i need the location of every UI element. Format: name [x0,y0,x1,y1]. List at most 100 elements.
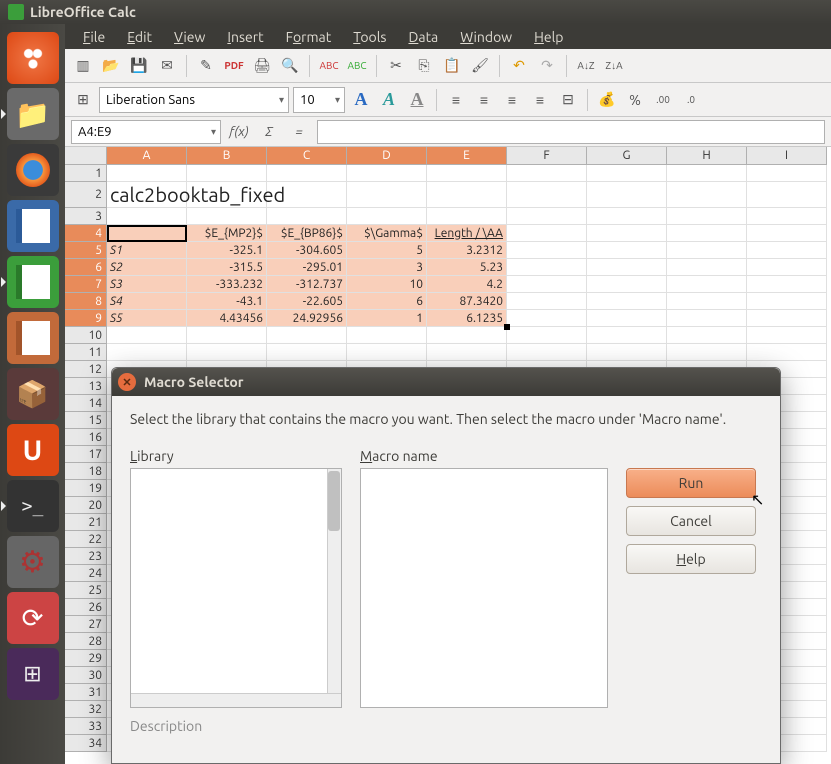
close-icon[interactable]: ✕ [118,373,136,391]
sort-desc-icon[interactable]: Z↓A [602,54,626,78]
autospell-icon[interactable]: ABC [345,54,369,78]
font-size-combo[interactable]: 10 [293,87,345,113]
menu-tools[interactable]: Tools [343,27,396,47]
row-header[interactable]: 10 [65,327,107,344]
cell[interactable] [667,310,747,327]
cell[interactable]: -295.01 [267,259,347,276]
cell[interactable] [187,327,267,344]
launcher-impress[interactable] [7,312,59,364]
cell[interactable] [507,310,587,327]
align-right-icon[interactable]: ≡ [500,88,524,112]
cell[interactable] [587,344,667,361]
cell[interactable] [507,293,587,310]
column-header[interactable]: C [267,147,347,165]
decimal-remove-icon[interactable]: .0 [679,88,703,112]
launcher-settings[interactable] [7,536,59,588]
cell[interactable] [107,165,187,182]
cell[interactable] [507,327,587,344]
cell[interactable] [507,225,587,242]
row-header[interactable]: 28 [65,633,107,650]
align-center-icon[interactable]: ≡ [472,88,496,112]
row-header[interactable]: 23 [65,548,107,565]
cell[interactable] [667,182,747,208]
column-header[interactable]: F [507,147,587,165]
format-paint-icon[interactable]: 🖌 [468,54,492,78]
scrollbar-vertical[interactable] [327,469,341,707]
cell[interactable] [187,165,267,182]
cell[interactable] [667,225,747,242]
cell[interactable]: $E_{BP86}$ [267,225,347,242]
column-header[interactable]: B [187,147,267,165]
library-tree[interactable] [130,468,342,708]
cell[interactable] [507,208,587,225]
cell[interactable] [347,327,427,344]
cell[interactable]: 24.92956 [267,310,347,327]
cell[interactable]: S2 [107,259,187,276]
row-header[interactable]: 17 [65,446,107,463]
cell[interactable] [507,165,587,182]
cell[interactable] [507,242,587,259]
cell[interactable] [267,327,347,344]
cell[interactable] [587,208,667,225]
cell[interactable] [187,344,267,361]
row-header[interactable]: 27 [65,616,107,633]
font-name-combo[interactable]: Liberation Sans [99,87,289,113]
cell[interactable] [587,310,667,327]
menu-view[interactable]: View [164,27,215,47]
cell[interactable] [747,293,827,310]
paste-icon[interactable]: 📋 [440,54,464,78]
cell[interactable] [267,344,347,361]
cell[interactable] [587,293,667,310]
row-header[interactable]: 22 [65,531,107,548]
cell[interactable] [747,225,827,242]
cell[interactable] [747,327,827,344]
cell[interactable] [107,225,187,242]
new-doc-icon[interactable]: ▥ [71,54,95,78]
cell[interactable] [747,165,827,182]
cell[interactable] [667,276,747,293]
sum-icon[interactable]: Σ [257,121,281,143]
menu-file[interactable]: File [73,27,115,47]
spellcheck-icon[interactable]: ABC [317,54,341,78]
cell[interactable] [587,225,667,242]
row-header[interactable]: 13 [65,378,107,395]
cell[interactable]: 6 [347,293,427,310]
row-header[interactable]: 14 [65,395,107,412]
cell[interactable]: 1 [347,310,427,327]
menu-edit[interactable]: Edit [117,27,162,47]
cell[interactable]: S5 [107,310,187,327]
column-header[interactable]: G [587,147,667,165]
cell[interactable] [347,165,427,182]
column-header[interactable]: E [427,147,507,165]
cell[interactable] [747,242,827,259]
cell[interactable]: S3 [107,276,187,293]
cell[interactable] [187,208,267,225]
scrollbar-horizontal[interactable] [131,693,341,707]
row-header[interactable]: 24 [65,565,107,582]
cell[interactable]: 10 [347,276,427,293]
cell[interactable] [747,344,827,361]
cell[interactable]: S1 [107,242,187,259]
cell[interactable]: $E_{MP2}$ [187,225,267,242]
launcher-firefox[interactable] [7,144,59,196]
cell[interactable] [507,259,587,276]
formula-input[interactable] [317,120,825,144]
launcher-app[interactable] [7,368,59,420]
cell[interactable]: S4 [107,293,187,310]
cell[interactable] [667,259,747,276]
row-header[interactable]: 19 [65,480,107,497]
cell[interactable] [747,310,827,327]
cell[interactable]: 3 [347,259,427,276]
row-header[interactable]: 31 [65,684,107,701]
row-header[interactable]: 16 [65,429,107,446]
cell[interactable] [507,344,587,361]
column-header[interactable]: I [747,147,827,165]
cell[interactable]: 4.2 [427,276,507,293]
cell[interactable]: -22.605 [267,293,347,310]
cell[interactable]: 87.3420 [427,293,507,310]
cell[interactable] [747,259,827,276]
row-header[interactable]: 30 [65,667,107,684]
cell[interactable] [747,182,827,208]
menu-insert[interactable]: Insert [217,27,273,47]
cell[interactable]: -333.232 [187,276,267,293]
